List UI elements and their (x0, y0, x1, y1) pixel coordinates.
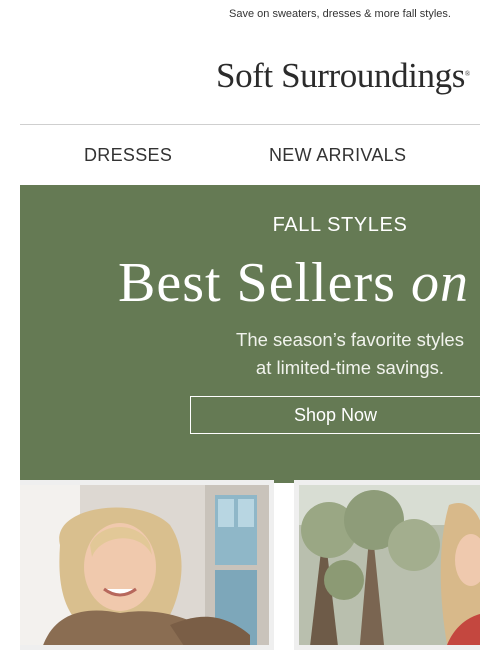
brand-logo-text: Soft Surroundings (216, 56, 465, 95)
hero-eyebrow: FALL STYLES (272, 214, 408, 236)
registered-mark: ® (464, 70, 470, 78)
nav-item-dresses[interactable]: DRESSES (84, 145, 172, 166)
hero-subtitle-line1: The season’s favorite styles (236, 329, 464, 350)
photo-sweater-image (20, 485, 269, 645)
hero-subtitle-line2: at limited-time savings. (255, 357, 445, 378)
shop-now-button[interactable]: Shop Now (190, 396, 480, 434)
hero-headline-italic: on S (410, 252, 480, 314)
nav-item-new-arrivals[interactable]: NEW ARRIVALS (269, 145, 406, 166)
hero-banner[interactable]: FALL STYLES Best Sellers on S The season… (20, 185, 480, 483)
preheader-text: Save on sweaters, dresses & more fall st… (229, 8, 451, 20)
product-photo-sweater[interactable] (20, 480, 274, 650)
brand-logo[interactable]: Soft Surroundings® (216, 56, 470, 96)
product-photo-outdoor[interactable] (294, 480, 480, 650)
hero-subtitle: The season’s favorite styles at limited-… (200, 326, 480, 382)
header-divider (20, 124, 480, 125)
hero-headline-main: Best Sellers (118, 252, 411, 314)
hero-headline: Best Sellers on S (118, 251, 480, 315)
photo-outdoor-image (299, 485, 480, 645)
